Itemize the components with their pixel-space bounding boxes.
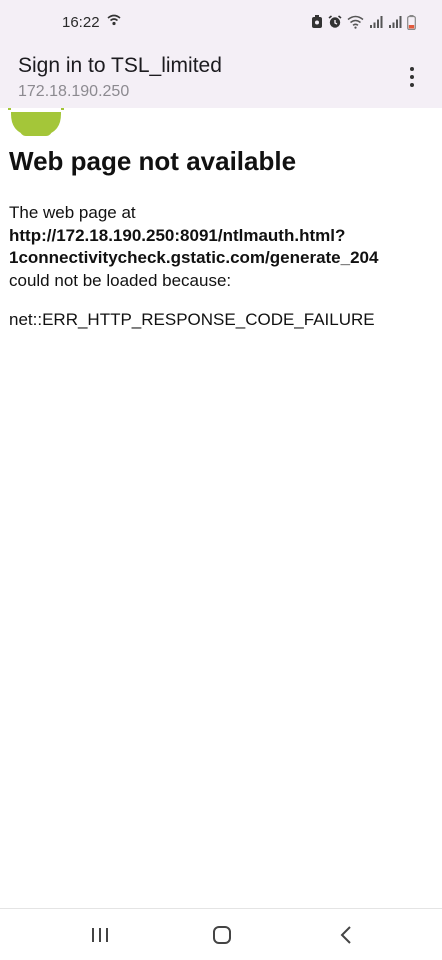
web-content: Web page not available The web page at h… — [0, 108, 442, 908]
captive-portal-screen: 16:22 Sign in to TSL_limited 172.18.190.… — [0, 0, 442, 960]
alarm-icon — [328, 15, 342, 29]
status-right — [311, 14, 416, 30]
back-icon[interactable] — [333, 923, 361, 947]
menu-dot — [410, 83, 414, 87]
menu-dot — [410, 75, 414, 79]
error-description: The web page at http://172.18.190.250:80… — [9, 202, 434, 292]
battery-icon — [407, 14, 416, 30]
status-time: 16:22 — [62, 13, 100, 31]
menu-dot — [410, 67, 414, 71]
recent-apps-icon[interactable] — [86, 923, 114, 947]
wifi-icon — [347, 15, 364, 29]
error-intro-text: The web page at — [9, 203, 136, 222]
battery-saver-icon — [311, 15, 323, 29]
wifi-calling-icon — [106, 13, 122, 32]
error-reason-text: could not be loaded because: — [9, 270, 232, 290]
navigation-bar — [0, 908, 442, 960]
status-bar: 16:22 — [0, 0, 442, 44]
status-left: 16:22 — [62, 13, 122, 32]
app-title: Sign in to TSL_limited — [18, 54, 222, 77]
error-code: net::ERR_HTTP_RESPONSE_CODE_FAILURE — [9, 310, 375, 329]
signal-icon — [369, 15, 383, 29]
error-url-line-2: 1connectivitycheck.gstatic.com/generate_… — [9, 248, 379, 267]
error-heading: Web page not available — [9, 146, 297, 176]
error-url-line-1: http://172.18.190.250:8091/ntlmauth.html… — [9, 225, 346, 245]
home-icon[interactable] — [208, 923, 236, 947]
android-icon — [8, 108, 64, 143]
app-subtitle: 172.18.190.250 — [18, 83, 130, 100]
more-vert-icon[interactable] — [400, 62, 424, 92]
app-bar: Sign in to TSL_limited 172.18.190.250 — [0, 44, 442, 108]
signal-icon — [388, 15, 402, 29]
